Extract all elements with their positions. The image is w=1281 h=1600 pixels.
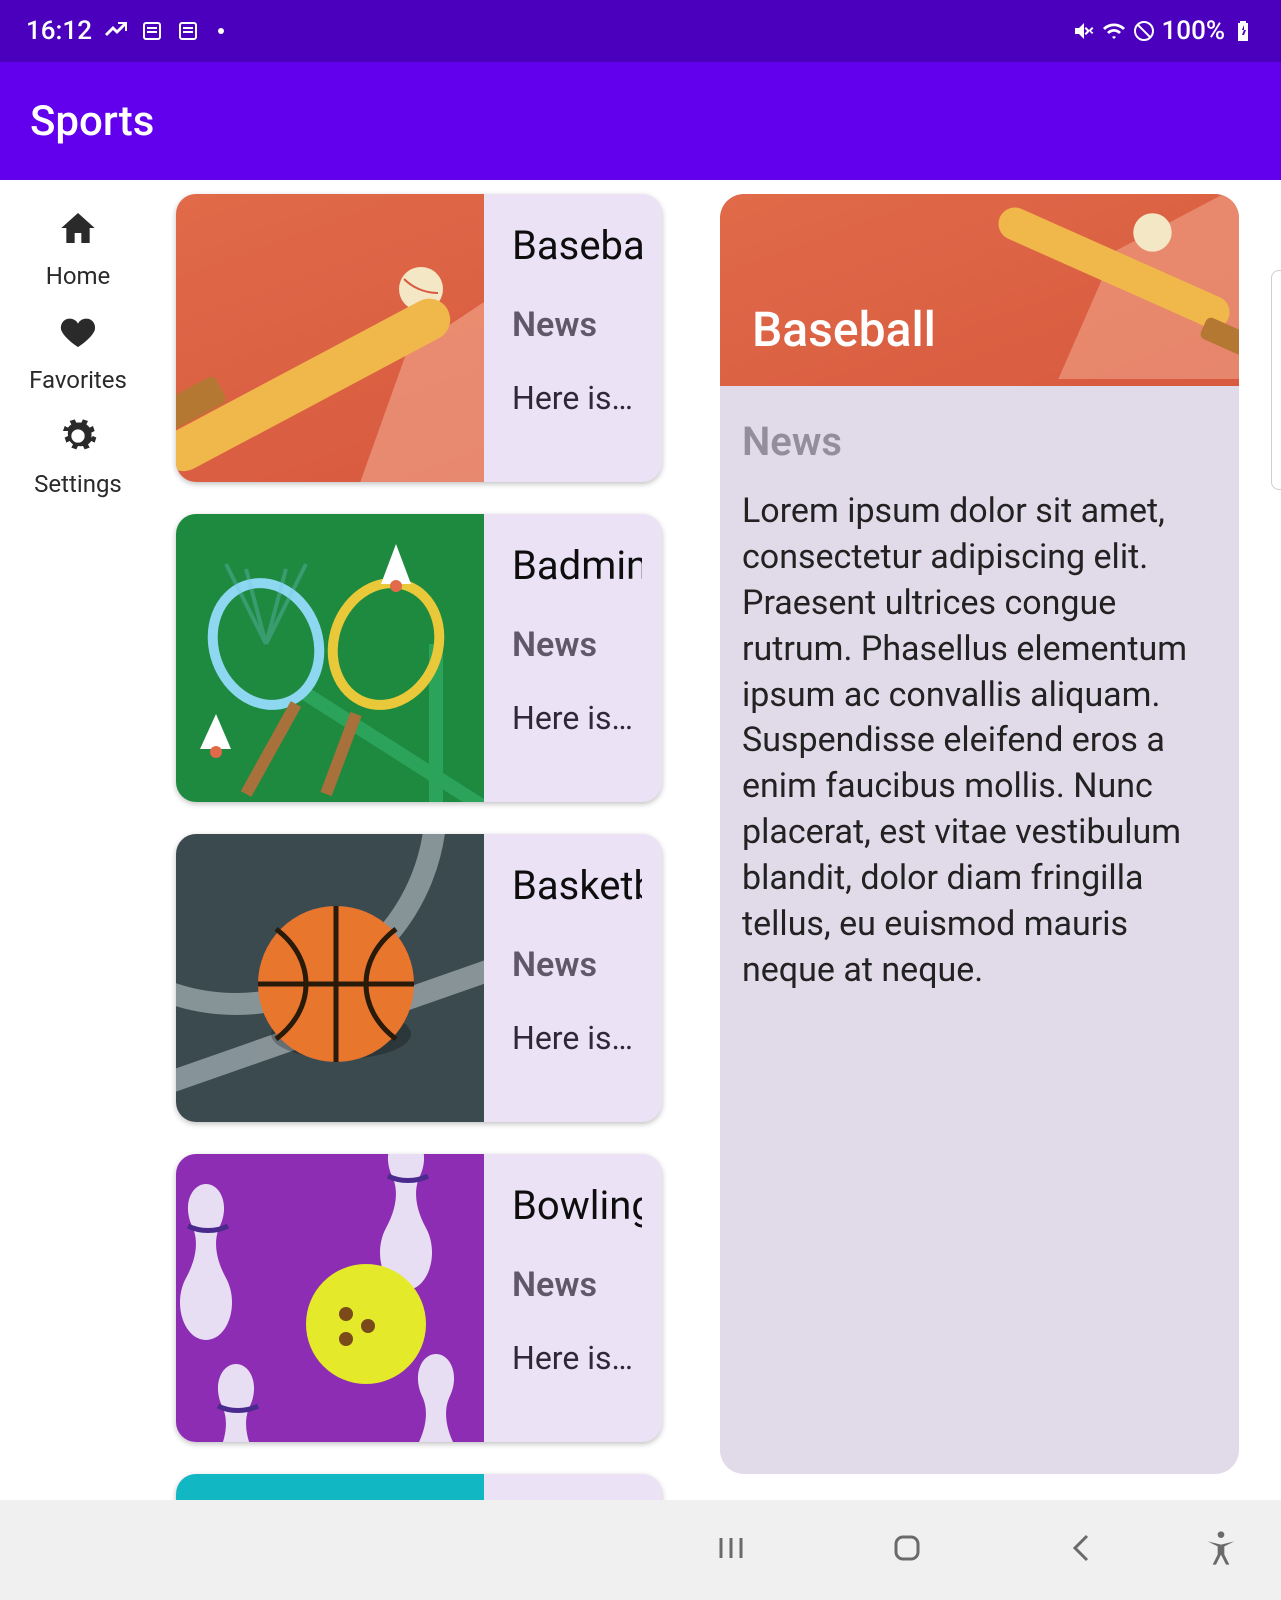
status-bar: 16:12 100% <box>0 0 1281 62</box>
detail-pane: Baseball News Lorem ipsum dolor sit amet… <box>676 180 1281 1500</box>
card-title: Baseball <box>512 222 642 269</box>
sidebar-item-favorites[interactable]: Favorites <box>0 298 156 402</box>
sports-list[interactable]: Baseball News Here is… <box>156 180 676 1500</box>
list-item[interactable]: Badminton News Here is… <box>176 514 662 802</box>
card-body <box>484 1474 662 1500</box>
card-body: Bowling News Here is… <box>484 1154 662 1442</box>
app-bar: Sports <box>0 62 1281 180</box>
card-image-next <box>176 1474 484 1500</box>
sidebar-item-label: Favorites <box>29 366 127 394</box>
no-sim-icon <box>1132 19 1156 43</box>
accessibility-icon[interactable] <box>1201 1528 1241 1572</box>
recent-apps-button[interactable] <box>713 1530 749 1570</box>
card-preview: Here is… <box>512 699 642 737</box>
detail-body: Lorem ipsum dolor sit amet, consectetur … <box>720 465 1239 994</box>
card-preview: Here is… <box>512 379 642 417</box>
sidebar-item-label: Settings <box>34 470 122 498</box>
content: Home Favorites Settings <box>0 180 1281 1500</box>
card-subtitle: News <box>512 1265 642 1305</box>
detail-card: Baseball News Lorem ipsum dolor sit amet… <box>720 194 1239 1474</box>
detail-title: Baseball <box>752 301 936 358</box>
card-preview: Here is… <box>512 1019 642 1057</box>
nav-rail: Home Favorites Settings <box>0 180 156 1500</box>
status-right: 100% <box>1072 16 1255 46</box>
dot-icon <box>218 28 224 34</box>
card-image-baseball <box>176 194 484 482</box>
card-title: Basketball <box>512 862 642 909</box>
card-image-basketball <box>176 834 484 1122</box>
status-left: 16:12 <box>26 16 224 46</box>
list-item[interactable]: Basketball News Here is… <box>176 834 662 1122</box>
gear-icon <box>58 416 98 460</box>
trend-icon <box>104 19 128 43</box>
home-button[interactable] <box>889 1530 925 1570</box>
sidebar-item-home[interactable]: Home <box>0 194 156 298</box>
card-image-bowling <box>176 1154 484 1442</box>
card-subtitle: News <box>512 305 642 345</box>
detail-subtitle: News <box>720 386 1239 465</box>
scrollbar[interactable] <box>1271 270 1281 490</box>
back-button[interactable] <box>1065 1530 1101 1570</box>
card-icon-2 <box>176 19 200 43</box>
heart-icon <box>58 312 98 356</box>
system-nav-bar <box>0 1500 1281 1600</box>
card-subtitle: News <box>512 945 642 985</box>
home-icon <box>58 208 98 252</box>
card-title: Bowling <box>512 1182 642 1229</box>
sidebar-item-label: Home <box>46 262 111 290</box>
card-body: Badminton News Here is… <box>484 514 662 802</box>
card-subtitle: News <box>512 625 642 665</box>
battery-text: 100% <box>1162 16 1225 46</box>
card-body: Baseball News Here is… <box>484 194 662 482</box>
mute-icon <box>1072 19 1096 43</box>
list-item[interactable]: Baseball News Here is… <box>176 194 662 482</box>
card-image-badminton <box>176 514 484 802</box>
status-time: 16:12 <box>26 16 92 46</box>
card-title: Badminton <box>512 542 642 589</box>
battery-icon <box>1231 19 1255 43</box>
wifi-icon <box>1102 19 1126 43</box>
card-preview: Here is… <box>512 1339 642 1377</box>
list-item[interactable] <box>176 1474 662 1500</box>
card-icon <box>140 19 164 43</box>
card-body: Basketball News Here is… <box>484 834 662 1122</box>
sidebar-item-settings[interactable]: Settings <box>0 402 156 506</box>
list-item[interactable]: Bowling News Here is… <box>176 1154 662 1442</box>
app-title: Sports <box>30 97 154 146</box>
detail-header: Baseball <box>720 194 1239 386</box>
